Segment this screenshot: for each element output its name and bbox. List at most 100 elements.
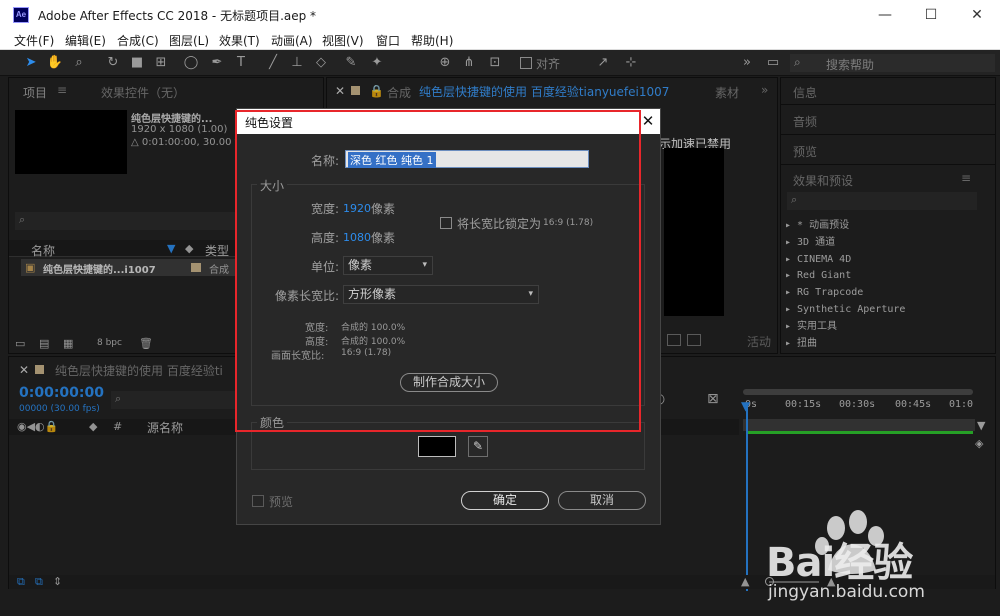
- type-tool-icon[interactable]: T: [232, 54, 250, 72]
- work-area-range[interactable]: [743, 419, 975, 431]
- workspace-more-icon[interactable]: »: [738, 54, 756, 72]
- lock-icon[interactable]: 🔒: [369, 84, 384, 98]
- time-ruler[interactable]: 0s 00:15s 00:30s 00:45s 01:0: [743, 397, 983, 415]
- timeline-search-input[interactable]: ⌕: [111, 391, 241, 409]
- project-thumbnail: [15, 110, 127, 174]
- label-tag-icon[interactable]: ◆: [185, 242, 193, 255]
- effects-list-item[interactable]: ▸ RG Trapcode: [785, 285, 985, 302]
- eraser-tool-icon[interactable]: ◇: [312, 54, 330, 72]
- project-item-duration: △ 0:01:00:00, 30.00 fps: [131, 137, 250, 148]
- menu-view[interactable]: 视图(V): [322, 32, 364, 49]
- preview-checkbox[interactable]: [252, 495, 264, 507]
- column-name[interactable]: 名称: [31, 242, 55, 259]
- world-axis-icon[interactable]: ⋔: [460, 54, 478, 72]
- effects-list-item[interactable]: ▸ * 动画预设: [785, 218, 985, 235]
- column-type[interactable]: 类型: [205, 242, 229, 259]
- search-help-field[interactable]: ⌕ 搜索帮助: [790, 54, 995, 72]
- frame-blending-icon[interactable]: ⇕: [53, 575, 62, 588]
- ok-button[interactable]: 确定: [461, 491, 549, 510]
- timecode-display[interactable]: 0:00:00:00: [19, 385, 104, 401]
- cancel-button[interactable]: 取消: [558, 491, 646, 510]
- frame-display: 00000 (30.00 fps): [19, 404, 100, 414]
- active-camera-label[interactable]: 活动: [747, 333, 771, 350]
- hand-tool-icon[interactable]: ✋: [46, 54, 64, 72]
- eyedropper-icon[interactable]: ✎: [468, 436, 488, 457]
- tab-effects-presets[interactable]: 效果和预设: [793, 172, 853, 189]
- work-area-end-icon[interactable]: ▼: [977, 419, 985, 432]
- selection-tool-icon[interactable]: ➤: [22, 54, 40, 72]
- ruler-tick-label: 00:45s: [895, 399, 932, 410]
- new-folder-icon[interactable]: ▤: [39, 337, 49, 350]
- shape-tool-icon[interactable]: ◯: [182, 54, 200, 72]
- bit-depth-label[interactable]: 8 bpc: [97, 338, 122, 348]
- clone-stamp-tool-icon[interactable]: ⊥: [288, 54, 306, 72]
- sort-down-icon[interactable]: ▼: [167, 242, 175, 255]
- rotate-tool-icon[interactable]: ↻: [104, 54, 122, 72]
- camera-tool-icon[interactable]: ■: [128, 54, 146, 72]
- toggle-view-icon[interactable]: [667, 334, 681, 346]
- snap-checkbox[interactable]: [520, 57, 532, 69]
- tab-effect-controls[interactable]: 效果控件（无）: [101, 84, 185, 101]
- local-axis-icon[interactable]: ⊕: [436, 54, 454, 72]
- maximize-button[interactable]: ☐: [908, 0, 954, 30]
- effects-list-item[interactable]: ▸ 3D 通道: [785, 235, 985, 252]
- interpret-footage-icon[interactable]: ▭: [15, 337, 25, 350]
- close-window-button[interactable]: ✕: [954, 0, 1000, 30]
- effects-list-item[interactable]: ▸ Synthetic Aperture: [785, 302, 985, 319]
- puppet-pin-tool-icon[interactable]: ✦: [368, 54, 386, 72]
- zoom-out-icon[interactable]: ▲: [741, 575, 749, 588]
- snap-label: 对齐: [536, 57, 561, 71]
- effects-search-input[interactable]: ⌕: [787, 192, 977, 210]
- comp-button-icon[interactable]: ◈: [975, 437, 983, 450]
- switches-icon[interactable]: ⧉: [17, 575, 25, 589]
- graph-editor-icon[interactable]: ⊠: [707, 391, 719, 407]
- tab-composition[interactable]: 纯色层快捷键的使用 百度经验tianyuefei1007: [419, 83, 669, 100]
- menu-layer[interactable]: 图层(L): [169, 32, 209, 49]
- workspace-icon[interactable]: ▭: [764, 54, 782, 72]
- effects-list-item[interactable]: ▸ 扭曲: [785, 336, 985, 353]
- pen-tool-icon[interactable]: ✒: [208, 54, 226, 72]
- close-timeline-tab-icon[interactable]: ✕: [19, 363, 29, 377]
- tab-timeline[interactable]: 纯色层快捷键的使用 百度经验ti: [55, 362, 223, 379]
- tab-project[interactable]: 项目: [23, 84, 47, 101]
- panel-menu-icon[interactable]: ≡: [57, 83, 67, 97]
- brush-tool-icon[interactable]: ╱: [264, 54, 282, 72]
- menu-edit[interactable]: 编辑(E): [65, 32, 106, 49]
- tab-preview[interactable]: 预览: [793, 143, 817, 160]
- effects-panel-menu-icon[interactable]: ≡: [961, 171, 971, 185]
- menu-composition[interactable]: 合成(C): [117, 32, 159, 49]
- tab-info[interactable]: 信息: [793, 84, 817, 101]
- snap-target-icon[interactable]: ⊹: [622, 54, 640, 72]
- effects-list-item[interactable]: ▸ Red Giant: [785, 268, 985, 285]
- column-source-name[interactable]: 源名称: [147, 419, 183, 436]
- work-area-bar[interactable]: [743, 389, 973, 395]
- roto-brush-tool-icon[interactable]: ✎: [342, 54, 360, 72]
- close-tab-icon[interactable]: ✕: [335, 84, 345, 98]
- menu-help[interactable]: 帮助(H): [411, 32, 453, 49]
- new-composition-icon[interactable]: ▦: [63, 337, 73, 350]
- menu-file[interactable]: 文件(F): [14, 32, 54, 49]
- trash-icon[interactable]: 🗑: [139, 337, 153, 350]
- pan-behind-tool-icon[interactable]: ⊞: [152, 54, 170, 72]
- composition-viewer[interactable]: [664, 148, 724, 316]
- color-swatch[interactable]: [418, 436, 456, 457]
- label-column-icon[interactable]: ◆: [89, 420, 97, 433]
- playhead[interactable]: [746, 403, 748, 591]
- menu-effect[interactable]: 效果(T): [219, 32, 260, 49]
- playhead-handle-icon[interactable]: ▼: [741, 399, 750, 413]
- effects-list-item[interactable]: ▸ CINEMA 4D: [785, 252, 985, 269]
- ruler-tick-label: 01:0: [949, 399, 974, 410]
- snap-option-icon[interactable]: ↗: [594, 54, 612, 72]
- tab-footage[interactable]: 素材: [715, 84, 739, 101]
- panel-more-icon[interactable]: »: [761, 83, 768, 97]
- minimize-button[interactable]: —: [862, 0, 908, 30]
- effects-list-item[interactable]: ▸ 实用工具: [785, 319, 985, 336]
- view-axis-icon[interactable]: ⊡: [486, 54, 504, 72]
- menu-window[interactable]: 窗口: [376, 32, 400, 49]
- menu-animation[interactable]: 动画(A): [271, 32, 313, 49]
- zoom-tool-icon[interactable]: ⌕: [70, 54, 88, 72]
- region-icon[interactable]: [687, 334, 701, 346]
- av-features-icon[interactable]: ◉◀◐🔒: [17, 420, 58, 433]
- tab-audio[interactable]: 音频: [793, 113, 817, 130]
- modes-icon[interactable]: ⧉: [35, 575, 43, 589]
